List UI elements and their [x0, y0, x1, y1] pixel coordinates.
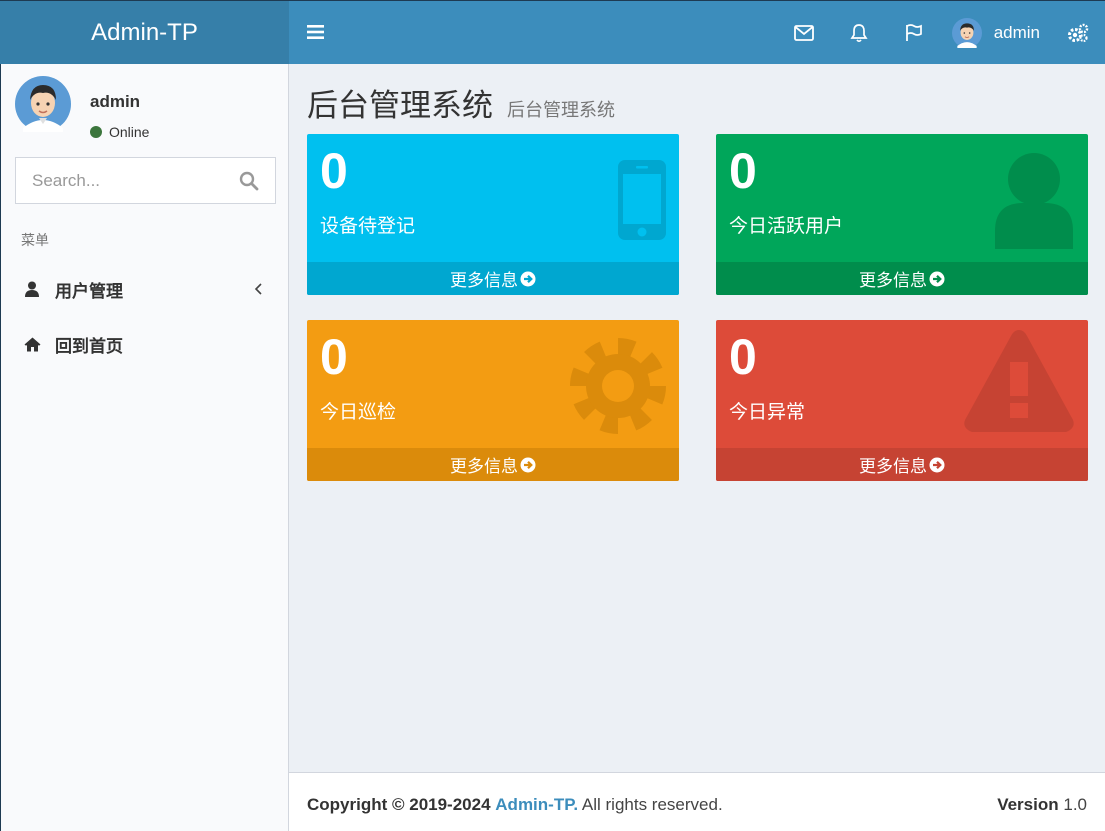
- stat-value: 0: [320, 329, 348, 385]
- content-header: 后台管理系统 后台管理系统: [307, 80, 615, 125]
- stat-box-active-users: 0 今日活跃用户 更多信息: [716, 134, 1088, 295]
- messages-button[interactable]: [777, 1, 832, 64]
- arrow-circle-right-icon: [520, 457, 536, 472]
- menu-header: 菜单: [21, 232, 49, 248]
- version-label: Version: [997, 795, 1059, 814]
- sidebar-username: admin: [90, 92, 141, 111]
- page-title: 后台管理系统: [307, 88, 493, 123]
- navbar-right: admin: [777, 1, 1105, 64]
- stat-box-inspections: 0 今日巡检 更多信息: [307, 320, 679, 481]
- main-header: Admin-TP admin: [0, 0, 1105, 64]
- tasks-button[interactable]: [887, 1, 942, 64]
- gears-icon: [1067, 23, 1088, 42]
- arrow-circle-right-icon: [929, 457, 945, 472]
- home-icon: [23, 335, 41, 353]
- stat-value: 0: [320, 143, 348, 199]
- mobile-icon: [618, 160, 666, 240]
- more-info-link[interactable]: 更多信息: [307, 448, 679, 481]
- chevron-left-icon: [254, 283, 262, 295]
- sidebar-toggle-button[interactable]: [304, 21, 326, 43]
- sidebar-item-label: 回到首页: [55, 336, 123, 356]
- online-dot-icon: [90, 126, 102, 138]
- sidebar-item-user-management[interactable]: 用户管理: [1, 264, 289, 314]
- sidebar-search: [15, 157, 276, 204]
- version-info: Version 1.0: [997, 795, 1087, 815]
- header-username: admin: [993, 22, 1040, 42]
- avatar: [951, 17, 982, 48]
- user-icon: [23, 280, 41, 298]
- sidebar-item-home[interactable]: 回到首页: [1, 319, 289, 369]
- arrow-circle-right-icon: [929, 271, 945, 286]
- stat-label: 今日巡检: [320, 402, 397, 423]
- notifications-button[interactable]: [832, 1, 887, 64]
- page-subtitle: 后台管理系统: [507, 100, 615, 120]
- control-sidebar-button[interactable]: [1050, 1, 1105, 64]
- user-icon: [995, 153, 1073, 249]
- stat-label: 设备待登记: [320, 216, 416, 237]
- brand-link[interactable]: Admin-TP.: [495, 795, 578, 814]
- stat-value: 0: [729, 329, 757, 385]
- copyright-prefix: Copyright © 2019-2024: [307, 795, 491, 814]
- flag-icon: [906, 23, 923, 41]
- sidebar-item-label: 用户管理: [55, 281, 123, 301]
- hamburger-icon: [306, 25, 324, 39]
- rights-text: All rights reserved.: [581, 795, 723, 814]
- status-text: Online: [109, 124, 150, 140]
- stat-label: 今日活跃用户: [729, 216, 844, 237]
- more-info-label: 更多信息: [859, 271, 927, 290]
- version-number: 1.0: [1063, 795, 1087, 814]
- more-info-label: 更多信息: [450, 457, 518, 476]
- gear-icon: [570, 338, 666, 434]
- warning-icon: [964, 330, 1074, 432]
- copyright: Copyright © 2019-2024 Admin-TP. All righ…: [307, 795, 723, 815]
- search-input[interactable]: [16, 170, 226, 191]
- stat-label: 今日异常: [729, 402, 806, 423]
- avatar: [15, 76, 71, 132]
- logo[interactable]: Admin-TP: [0, 1, 289, 64]
- sidebar: admin Online 菜单 用户管理 回到首: [0, 64, 289, 831]
- user-menu[interactable]: admin: [942, 1, 1050, 64]
- more-info-label: 更多信息: [450, 271, 518, 290]
- more-info-link[interactable]: 更多信息: [716, 262, 1088, 295]
- more-info-label: 更多信息: [859, 457, 927, 476]
- envelope-icon: [794, 24, 815, 41]
- status-badge: Online: [90, 124, 149, 140]
- main-footer: Copyright © 2019-2024 Admin-TP. All righ…: [289, 772, 1105, 831]
- more-info-link[interactable]: 更多信息: [716, 448, 1088, 481]
- more-info-link[interactable]: 更多信息: [307, 262, 679, 295]
- arrow-circle-right-icon: [520, 271, 536, 286]
- stat-box-devices: 0 设备待登记 更多信息: [307, 134, 679, 295]
- stat-value: 0: [729, 143, 757, 199]
- bell-icon: [850, 23, 868, 42]
- search-icon[interactable]: [239, 171, 259, 191]
- stat-box-anomalies: 0 今日异常 更多信息: [716, 320, 1088, 481]
